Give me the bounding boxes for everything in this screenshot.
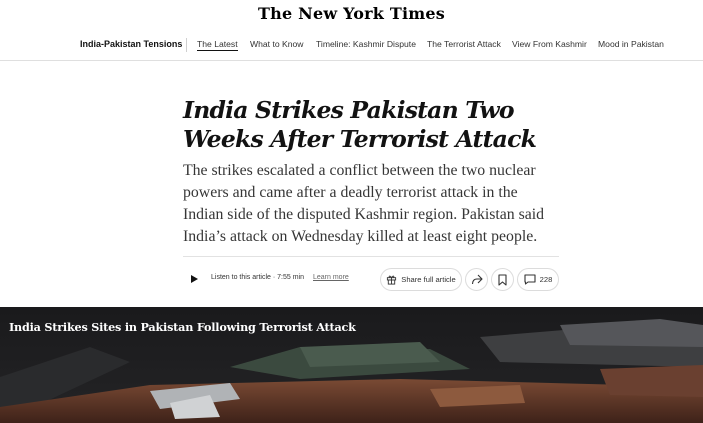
comments-button[interactable]: 228: [517, 268, 559, 291]
play-icon: [191, 275, 198, 283]
share-arrow-icon: [471, 274, 483, 285]
subnav-item-mood-in-pakistan[interactable]: Mood in Pakistan: [598, 39, 664, 49]
section-subnav: India-Pakistan Tensions The Latest What …: [0, 30, 703, 61]
masthead: The New York Times: [0, 0, 703, 30]
save-bookmark-button[interactable]: [491, 268, 514, 291]
article-summary: The strikes escalated a conflict between…: [183, 162, 545, 245]
toolbar-divider: [183, 256, 559, 257]
comment-count: 228: [539, 275, 553, 284]
subnav-divider: [186, 38, 187, 52]
subnav-item-the-latest[interactable]: The Latest: [197, 39, 238, 51]
share-button[interactable]: [465, 268, 488, 291]
subnav-item-timeline[interactable]: Timeline: Kashmir Dispute: [316, 39, 416, 49]
subnav-item-view-from-kashmir[interactable]: View From Kashmir: [512, 39, 587, 49]
lead-photo[interactable]: India Strikes Sites in Pakistan Followin…: [0, 307, 703, 423]
share-full-article-label: Share full article: [401, 275, 456, 284]
share-full-article-button[interactable]: Share full article: [380, 268, 462, 291]
photo-title: India Strikes Sites in Pakistan Followin…: [9, 320, 356, 334]
subnav-item-what-to-know[interactable]: What to Know: [250, 39, 304, 49]
learn-more-link[interactable]: Learn more: [313, 274, 349, 281]
nyt-logo[interactable]: The New York Times: [258, 4, 445, 23]
play-audio-button[interactable]: [183, 268, 205, 290]
gift-icon: [387, 275, 397, 285]
comment-icon: [524, 274, 536, 285]
article-headline: India Strikes Pakistan Two Weeks After T…: [183, 96, 537, 153]
listen-label: Listen to this article · 7:55 min: [211, 274, 304, 281]
bookmark-icon: [498, 273, 507, 286]
subnav-item-terrorist-attack[interactable]: The Terrorist Attack: [427, 39, 501, 49]
section-title[interactable]: India-Pakistan Tensions: [80, 39, 182, 49]
